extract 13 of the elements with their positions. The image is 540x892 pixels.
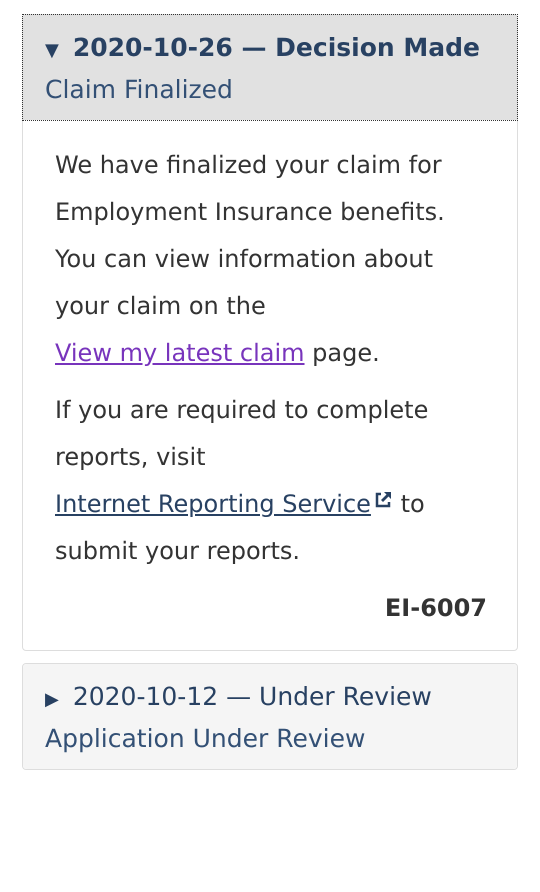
link[interactable]: Internet Reporting Service bbox=[55, 490, 371, 518]
paragraph: If you are required to complete reports, visit Internet Reporting Service to submit your reports. bbox=[55, 395, 430, 567]
entry-title: 2020-10-12 — Under Review bbox=[72, 681, 432, 713]
link[interactable]: View my latest claim bbox=[55, 339, 305, 367]
entry-header[interactable]: ▶ 2020-10-12 — Under Review Application Under Review bbox=[23, 664, 517, 769]
paragraph: We have finalized your claim for Employment Insurance benefits. You can view information about your claim on the View my latest claim page. bbox=[55, 150, 446, 369]
entry-subtitle: Claim Finalized bbox=[45, 74, 233, 106]
toggle-icon: ▼ bbox=[45, 37, 59, 64]
entry-header[interactable]: ▼ 2020-10-26 — Decision Made Claim Finalized bbox=[23, 15, 517, 120]
message-code: EI-6007 bbox=[384, 593, 487, 624]
entry-subtitle: Application Under Review bbox=[45, 722, 366, 754]
entry-title: 2020-10-26 — Decision Made bbox=[72, 32, 480, 64]
toggle-icon: ▶ bbox=[45, 686, 59, 713]
